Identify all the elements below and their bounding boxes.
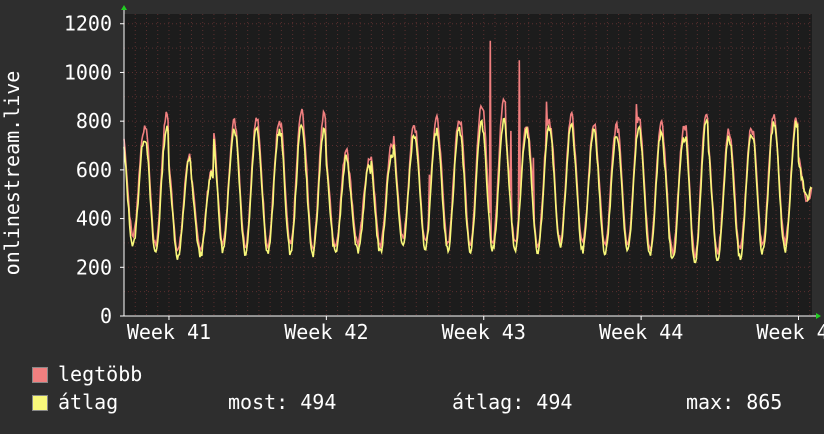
y-tick-label: 800 [76,109,112,133]
stat-current: most: 494 [228,390,337,414]
legend-label-max: legtöbb [58,362,143,386]
legend-row-max: legtöbb [30,362,810,386]
x-tick-label: Week 44 [599,320,683,344]
y-tick-label: 1200 [64,12,112,36]
y-tick-label: 200 [76,255,112,279]
legend-swatch-avg [32,395,48,411]
y-tick-label: 0 [100,304,112,328]
stat-maximum: max: 865 [686,390,783,414]
x-tick-label: Week 41 [127,320,211,344]
legend-swatch-max [32,367,48,383]
x-axis-arrow [816,313,821,319]
y-axis-label: onlinestream.live [0,71,24,276]
y-tick-label: 400 [76,207,112,231]
x-tick-label: Week 42 [284,320,368,344]
legend-label-avg: átlag [58,390,119,414]
x-tick-label: Week 43 [442,320,526,344]
y-axis-arrow [121,5,127,10]
legend-row-avg: átlag most: 494 átlag: 494 max: 865 [30,390,810,414]
y-tick-label: 600 [76,158,112,182]
y-tick-label: 1000 [64,60,112,84]
chart-root: 0 200 400 600 800 1000 1200 Week 41 Week 42 Week … [0,0,824,430]
x-tick-label: Week 45 [756,320,824,344]
stat-average: átlag: 494 [452,390,573,414]
